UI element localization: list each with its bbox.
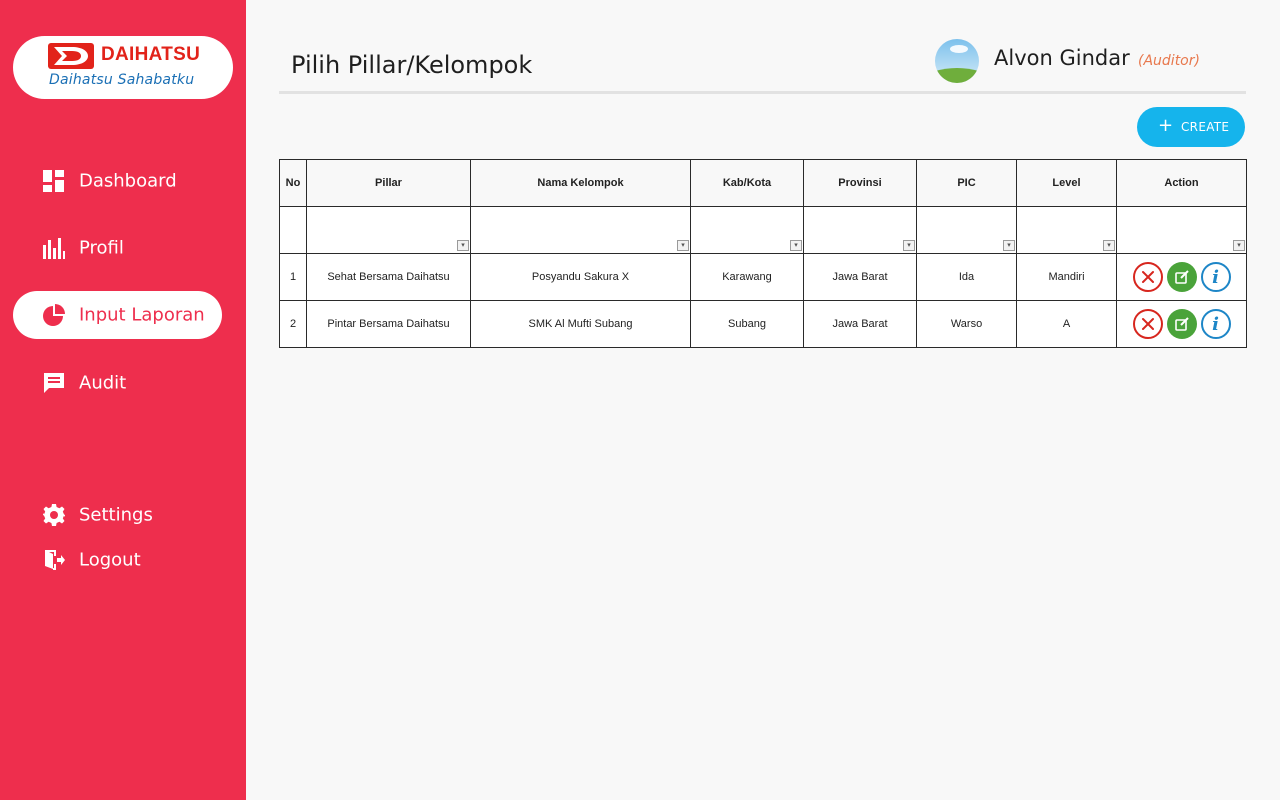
- page-title: Pilih Pillar/Kelompok: [291, 51, 533, 79]
- cell-nama-kelompok: Posyandu Sakura X: [470, 253, 691, 301]
- sidebar-item-label: Dashboard: [79, 170, 177, 192]
- cell-level: Mandiri: [1016, 253, 1117, 301]
- user-name: Alvon Gindar: [994, 46, 1130, 70]
- sidebar-item-label: Input Laporan: [79, 304, 205, 326]
- column-header[interactable]: Kab/Kota: [690, 159, 804, 207]
- cell-action: i: [1116, 253, 1247, 301]
- cell-provinsi: Jawa Barat: [803, 253, 917, 301]
- cell-kab-kota: Karawang: [690, 253, 804, 301]
- sidebar-item-dashboard[interactable]: Dashboard: [13, 157, 222, 205]
- filter-dropdown-icon[interactable]: ▾: [1103, 240, 1115, 251]
- filter-dropdown-icon[interactable]: ▾: [903, 240, 915, 251]
- table-header-row: No Pillar Nama Kelompok Kab/Kota Provins…: [279, 159, 1247, 207]
- data-table: No Pillar Nama Kelompok Kab/Kota Provins…: [279, 159, 1247, 348]
- avatar[interactable]: [935, 39, 979, 83]
- user-role: (Auditor): [1138, 53, 1200, 69]
- plus-icon: +: [1158, 115, 1174, 136]
- header-divider: [279, 91, 1246, 94]
- cell-pillar: Sehat Bersama Daihatsu: [306, 253, 471, 301]
- filter-cell: [279, 206, 307, 254]
- filter-cell[interactable]: ▾: [690, 206, 804, 254]
- sidebar-item-label: Audit: [79, 372, 127, 394]
- filter-cell[interactable]: ▾: [1116, 206, 1247, 254]
- create-button[interactable]: + CREATE: [1137, 107, 1245, 147]
- column-header[interactable]: Level: [1016, 159, 1117, 207]
- info-icon[interactable]: i: [1200, 309, 1231, 339]
- edit-icon[interactable]: [1166, 262, 1197, 292]
- gear-icon: [42, 503, 66, 527]
- filter-dropdown-icon[interactable]: ▾: [1003, 240, 1015, 251]
- brand-name: DAIHATSU: [101, 44, 201, 65]
- message-icon: [42, 371, 66, 395]
- sidebar-item-settings[interactable]: Settings: [13, 491, 222, 539]
- sidebar: DAIHATSU Daihatsu Sahabatku Dashboard Pr…: [0, 0, 246, 800]
- cell-kab-kota: Subang: [690, 300, 804, 348]
- cell-provinsi: Jawa Barat: [803, 300, 917, 348]
- create-button-label: CREATE: [1181, 120, 1230, 134]
- bar-chart-icon: [42, 236, 66, 260]
- filter-dropdown-icon[interactable]: ▾: [790, 240, 802, 251]
- column-header[interactable]: PIC: [916, 159, 1017, 207]
- cell-pic: Warso: [916, 300, 1017, 348]
- logout-icon: [42, 548, 66, 572]
- sidebar-item-label: Profil: [79, 237, 124, 259]
- filter-dropdown-icon[interactable]: ▾: [457, 240, 469, 251]
- filter-dropdown-icon[interactable]: ▾: [1233, 240, 1245, 251]
- sidebar-item-audit[interactable]: Audit: [13, 359, 222, 407]
- filter-row: ▾ ▾ ▾ ▾ ▾ ▾ ▾: [279, 206, 1247, 254]
- info-icon[interactable]: i: [1200, 262, 1231, 292]
- brand-logo[interactable]: DAIHATSU Daihatsu Sahabatku: [13, 36, 233, 99]
- cell-nama-kelompok: SMK Al Mufti Subang: [470, 300, 691, 348]
- column-header[interactable]: Nama Kelompok: [470, 159, 691, 207]
- cell-pillar: Pintar Bersama Daihatsu: [306, 300, 471, 348]
- pie-chart-icon: [42, 303, 66, 327]
- filter-dropdown-icon[interactable]: ▾: [677, 240, 689, 251]
- sidebar-item-input-laporan[interactable]: Input Laporan: [13, 291, 222, 339]
- filter-cell[interactable]: ▾: [916, 206, 1017, 254]
- table-row: 2 Pintar Bersama Daihatsu SMK Al Mufti S…: [279, 300, 1247, 348]
- cell-no: 2: [279, 300, 307, 348]
- cell-level: A: [1016, 300, 1117, 348]
- cell-action: i: [1116, 300, 1247, 348]
- column-header[interactable]: No: [279, 159, 307, 207]
- delete-icon[interactable]: [1132, 262, 1163, 292]
- filter-cell[interactable]: ▾: [1016, 206, 1117, 254]
- delete-icon[interactable]: [1132, 309, 1163, 339]
- column-header[interactable]: Provinsi: [803, 159, 917, 207]
- sidebar-item-logout[interactable]: Logout: [13, 536, 222, 584]
- brand-tagline: Daihatsu Sahabatku: [49, 72, 195, 88]
- dashboard-icon: [42, 169, 66, 193]
- daihatsu-emblem-icon: [48, 43, 94, 69]
- sidebar-item-label: Settings: [79, 504, 153, 526]
- table-row: 1 Sehat Bersama Daihatsu Posyandu Sakura…: [279, 253, 1247, 301]
- edit-icon[interactable]: [1166, 309, 1197, 339]
- filter-cell[interactable]: ▾: [306, 206, 471, 254]
- filter-cell[interactable]: ▾: [803, 206, 917, 254]
- sidebar-item-profil[interactable]: Profil: [13, 224, 222, 272]
- cell-pic: Ida: [916, 253, 1017, 301]
- cell-no: 1: [279, 253, 307, 301]
- sidebar-item-label: Logout: [79, 549, 141, 571]
- column-header[interactable]: Pillar: [306, 159, 471, 207]
- filter-cell[interactable]: ▾: [470, 206, 691, 254]
- column-header[interactable]: Action: [1116, 159, 1247, 207]
